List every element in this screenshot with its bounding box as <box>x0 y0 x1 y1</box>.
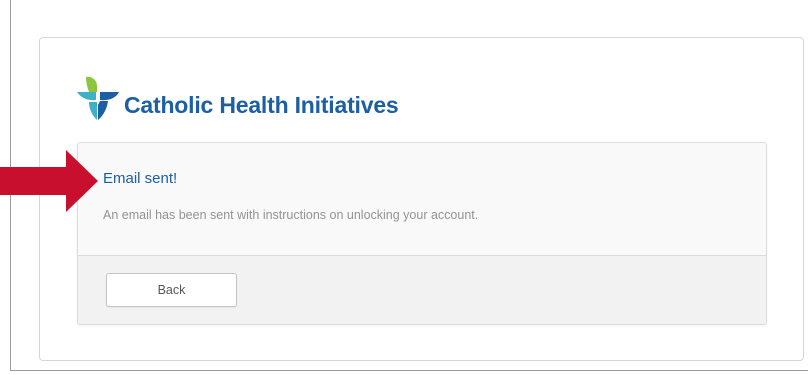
chi-cross-logo-icon <box>76 75 120 121</box>
back-button[interactable]: Back <box>106 273 237 307</box>
notice-body: Email sent! An email has been sent with … <box>78 143 766 255</box>
notice-panel: Email sent! An email has been sent with … <box>77 142 767 325</box>
chi-logo: Catholic Health Initiatives <box>76 75 399 121</box>
brand-name: Catholic Health Initiatives <box>124 92 399 118</box>
notice-heading: Email sent! <box>103 170 178 187</box>
notice-message: An email has been sent with instructions… <box>103 208 479 222</box>
notice-footer: Back <box>78 255 766 324</box>
red-arrow-icon <box>0 150 100 212</box>
